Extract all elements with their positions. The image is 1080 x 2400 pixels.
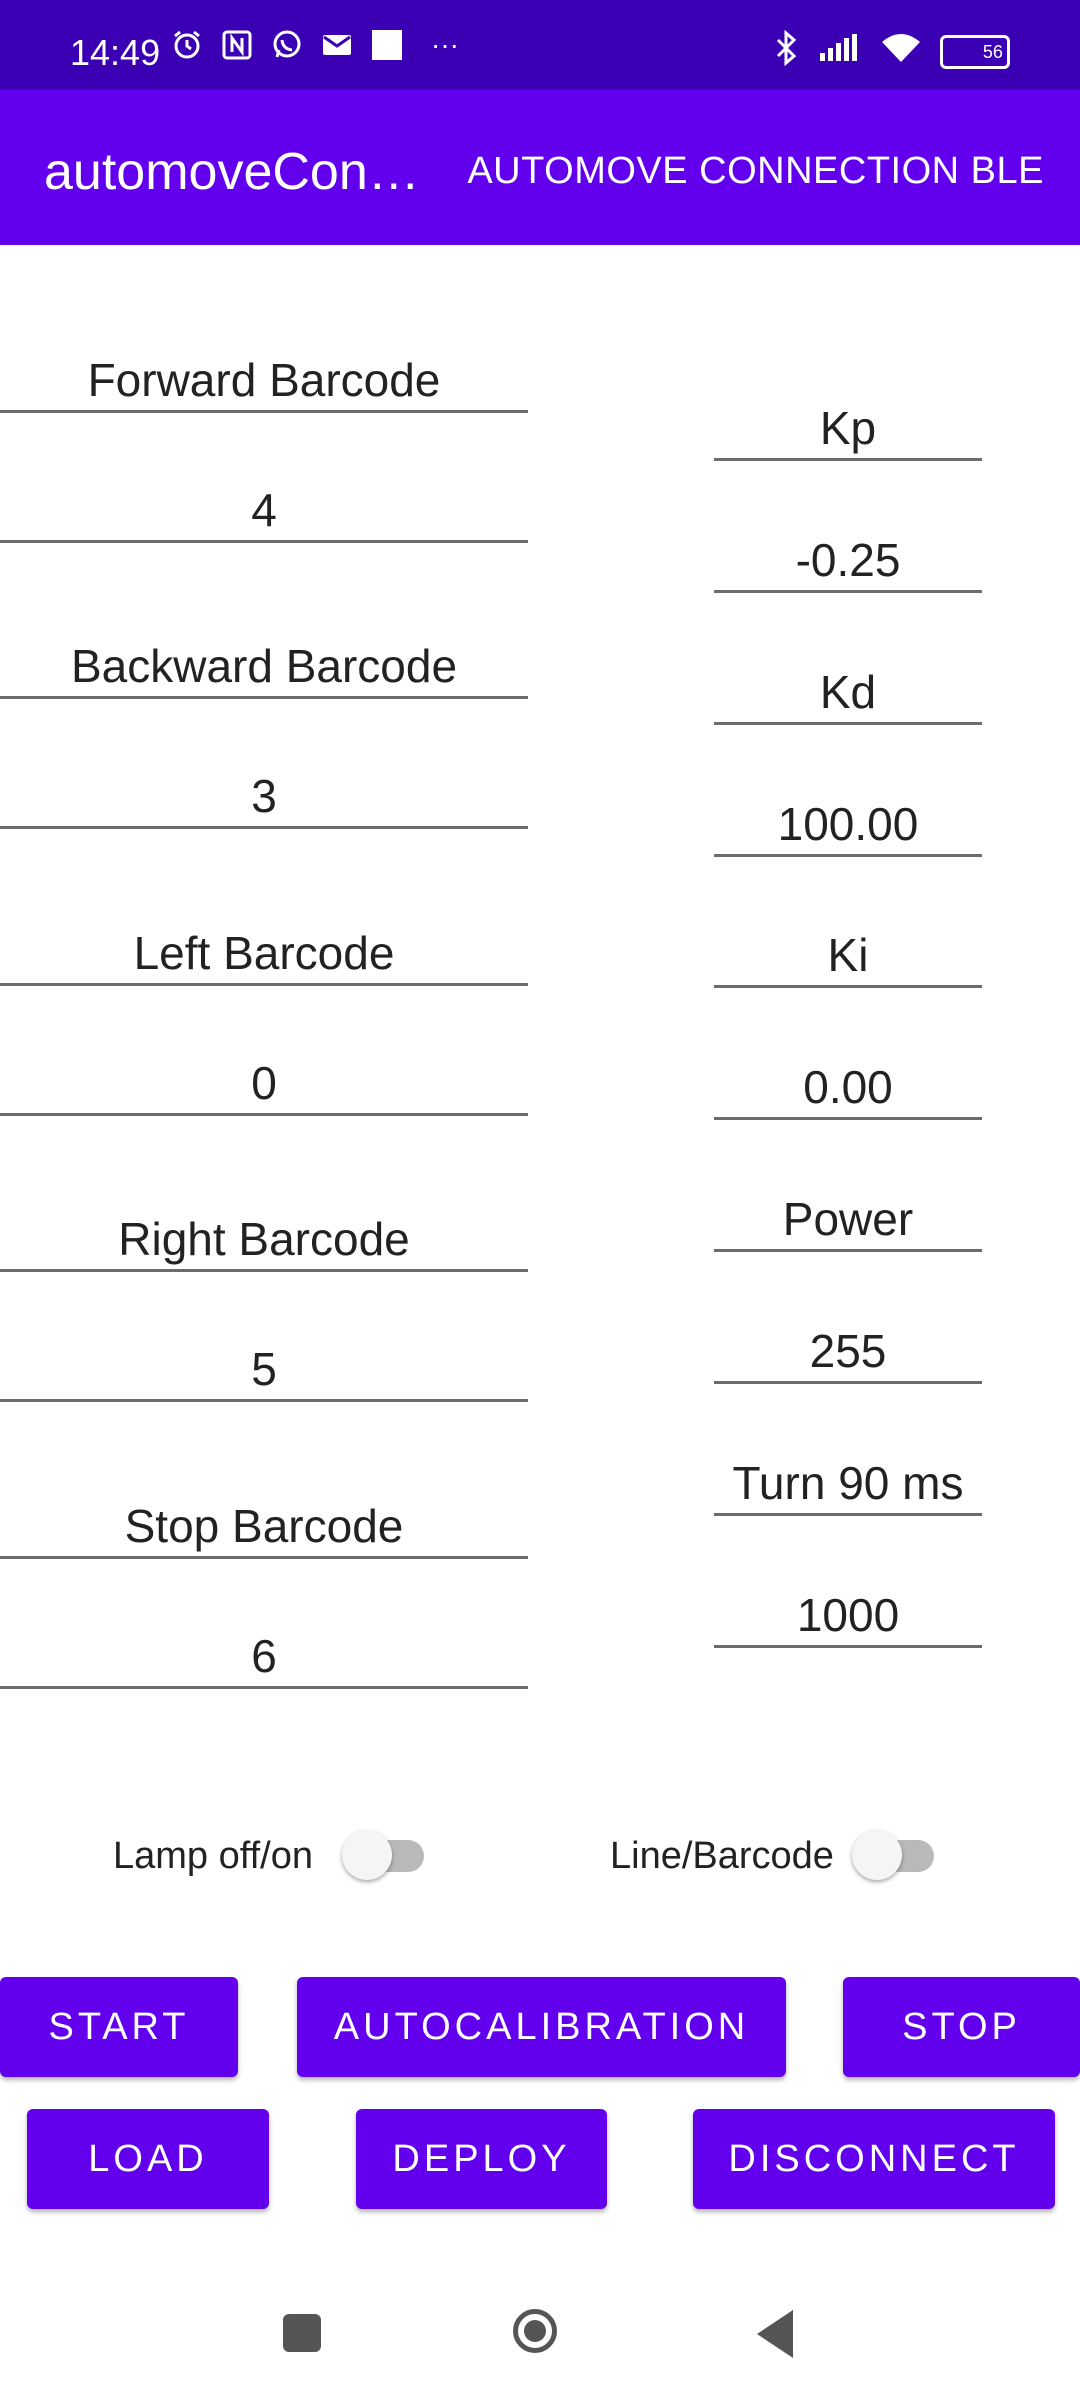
recent-apps-icon[interactable] — [283, 2314, 321, 2352]
alarm-icon — [170, 28, 204, 62]
app-bar: automoveCon… AUTOMOVE CONNECTION BLE — [0, 90, 1080, 245]
status-time: 14:49 — [70, 32, 161, 73]
stop-barcode-label: Stop Barcode — [0, 1496, 528, 1559]
line-barcode-switch-label: Line/Barcode — [610, 1835, 834, 1877]
kd-input[interactable]: 100.00 — [714, 794, 982, 857]
disconnect-button[interactable]: DISCONNECT — [693, 2109, 1055, 2209]
kp-input[interactable]: -0.25 — [714, 530, 982, 593]
mail-icon — [320, 28, 354, 62]
whatsapp-icon — [270, 28, 304, 62]
app-title: automoveCon… — [44, 143, 420, 201]
lamp-switch-label: Lamp off/on — [113, 1835, 314, 1877]
ki-label: Ki — [714, 925, 982, 988]
lamp-switch[interactable] — [342, 1830, 428, 1880]
left-barcode-input[interactable]: 0 — [0, 1053, 528, 1116]
line-barcode-switch[interactable] — [852, 1830, 938, 1880]
forward-barcode-input[interactable]: 4 — [0, 480, 528, 543]
battery-icon: 56 — [940, 35, 1010, 69]
bluetooth-icon — [774, 29, 800, 74]
signal-icon — [818, 33, 862, 71]
power-label: Power — [714, 1189, 982, 1252]
status-notification-icons: ··· — [170, 28, 470, 62]
back-icon[interactable] — [757, 2310, 793, 2358]
connection-ble-button[interactable]: AUTOMOVE CONNECTION BLE — [467, 150, 1044, 193]
stop-button[interactable]: STOP — [843, 1977, 1080, 2077]
lamp-switch-thumb — [342, 1830, 392, 1880]
deploy-button[interactable]: DEPLOY — [356, 2109, 607, 2209]
status-system-icons: 56 — [774, 29, 1010, 74]
turn-90-ms-input[interactable]: 1000 — [714, 1585, 982, 1648]
power-input[interactable]: 255 — [714, 1321, 982, 1384]
start-button[interactable]: START — [0, 1977, 238, 2077]
stop-barcode-input[interactable]: 6 — [0, 1626, 528, 1689]
left-barcode-label: Left Barcode — [0, 923, 528, 986]
more-icon: ··· — [431, 29, 459, 60]
autocalibration-button[interactable]: AUTOCALIBRATION — [297, 1977, 786, 2077]
backward-barcode-input[interactable]: 3 — [0, 766, 528, 829]
load-button[interactable]: LOAD — [27, 2109, 269, 2209]
home-icon[interactable] — [513, 2309, 557, 2353]
nfc-icon — [220, 28, 254, 62]
kp-label: Kp — [714, 398, 982, 461]
ki-input[interactable]: 0.00 — [714, 1057, 982, 1120]
wifi-icon — [880, 32, 922, 72]
battery-level: 56 — [982, 41, 1003, 62]
square-icon — [370, 28, 404, 62]
turn-90-ms-label: Turn 90 ms — [714, 1453, 982, 1516]
kd-label: Kd — [714, 662, 982, 725]
backward-barcode-label: Backward Barcode — [0, 636, 528, 699]
right-barcode-label: Right Barcode — [0, 1209, 528, 1272]
line-barcode-switch-thumb — [852, 1830, 902, 1880]
right-barcode-input[interactable]: 5 — [0, 1339, 528, 1402]
forward-barcode-label: Forward Barcode — [0, 350, 528, 413]
status-bar: 14:49 ··· 56 — [0, 0, 1080, 90]
